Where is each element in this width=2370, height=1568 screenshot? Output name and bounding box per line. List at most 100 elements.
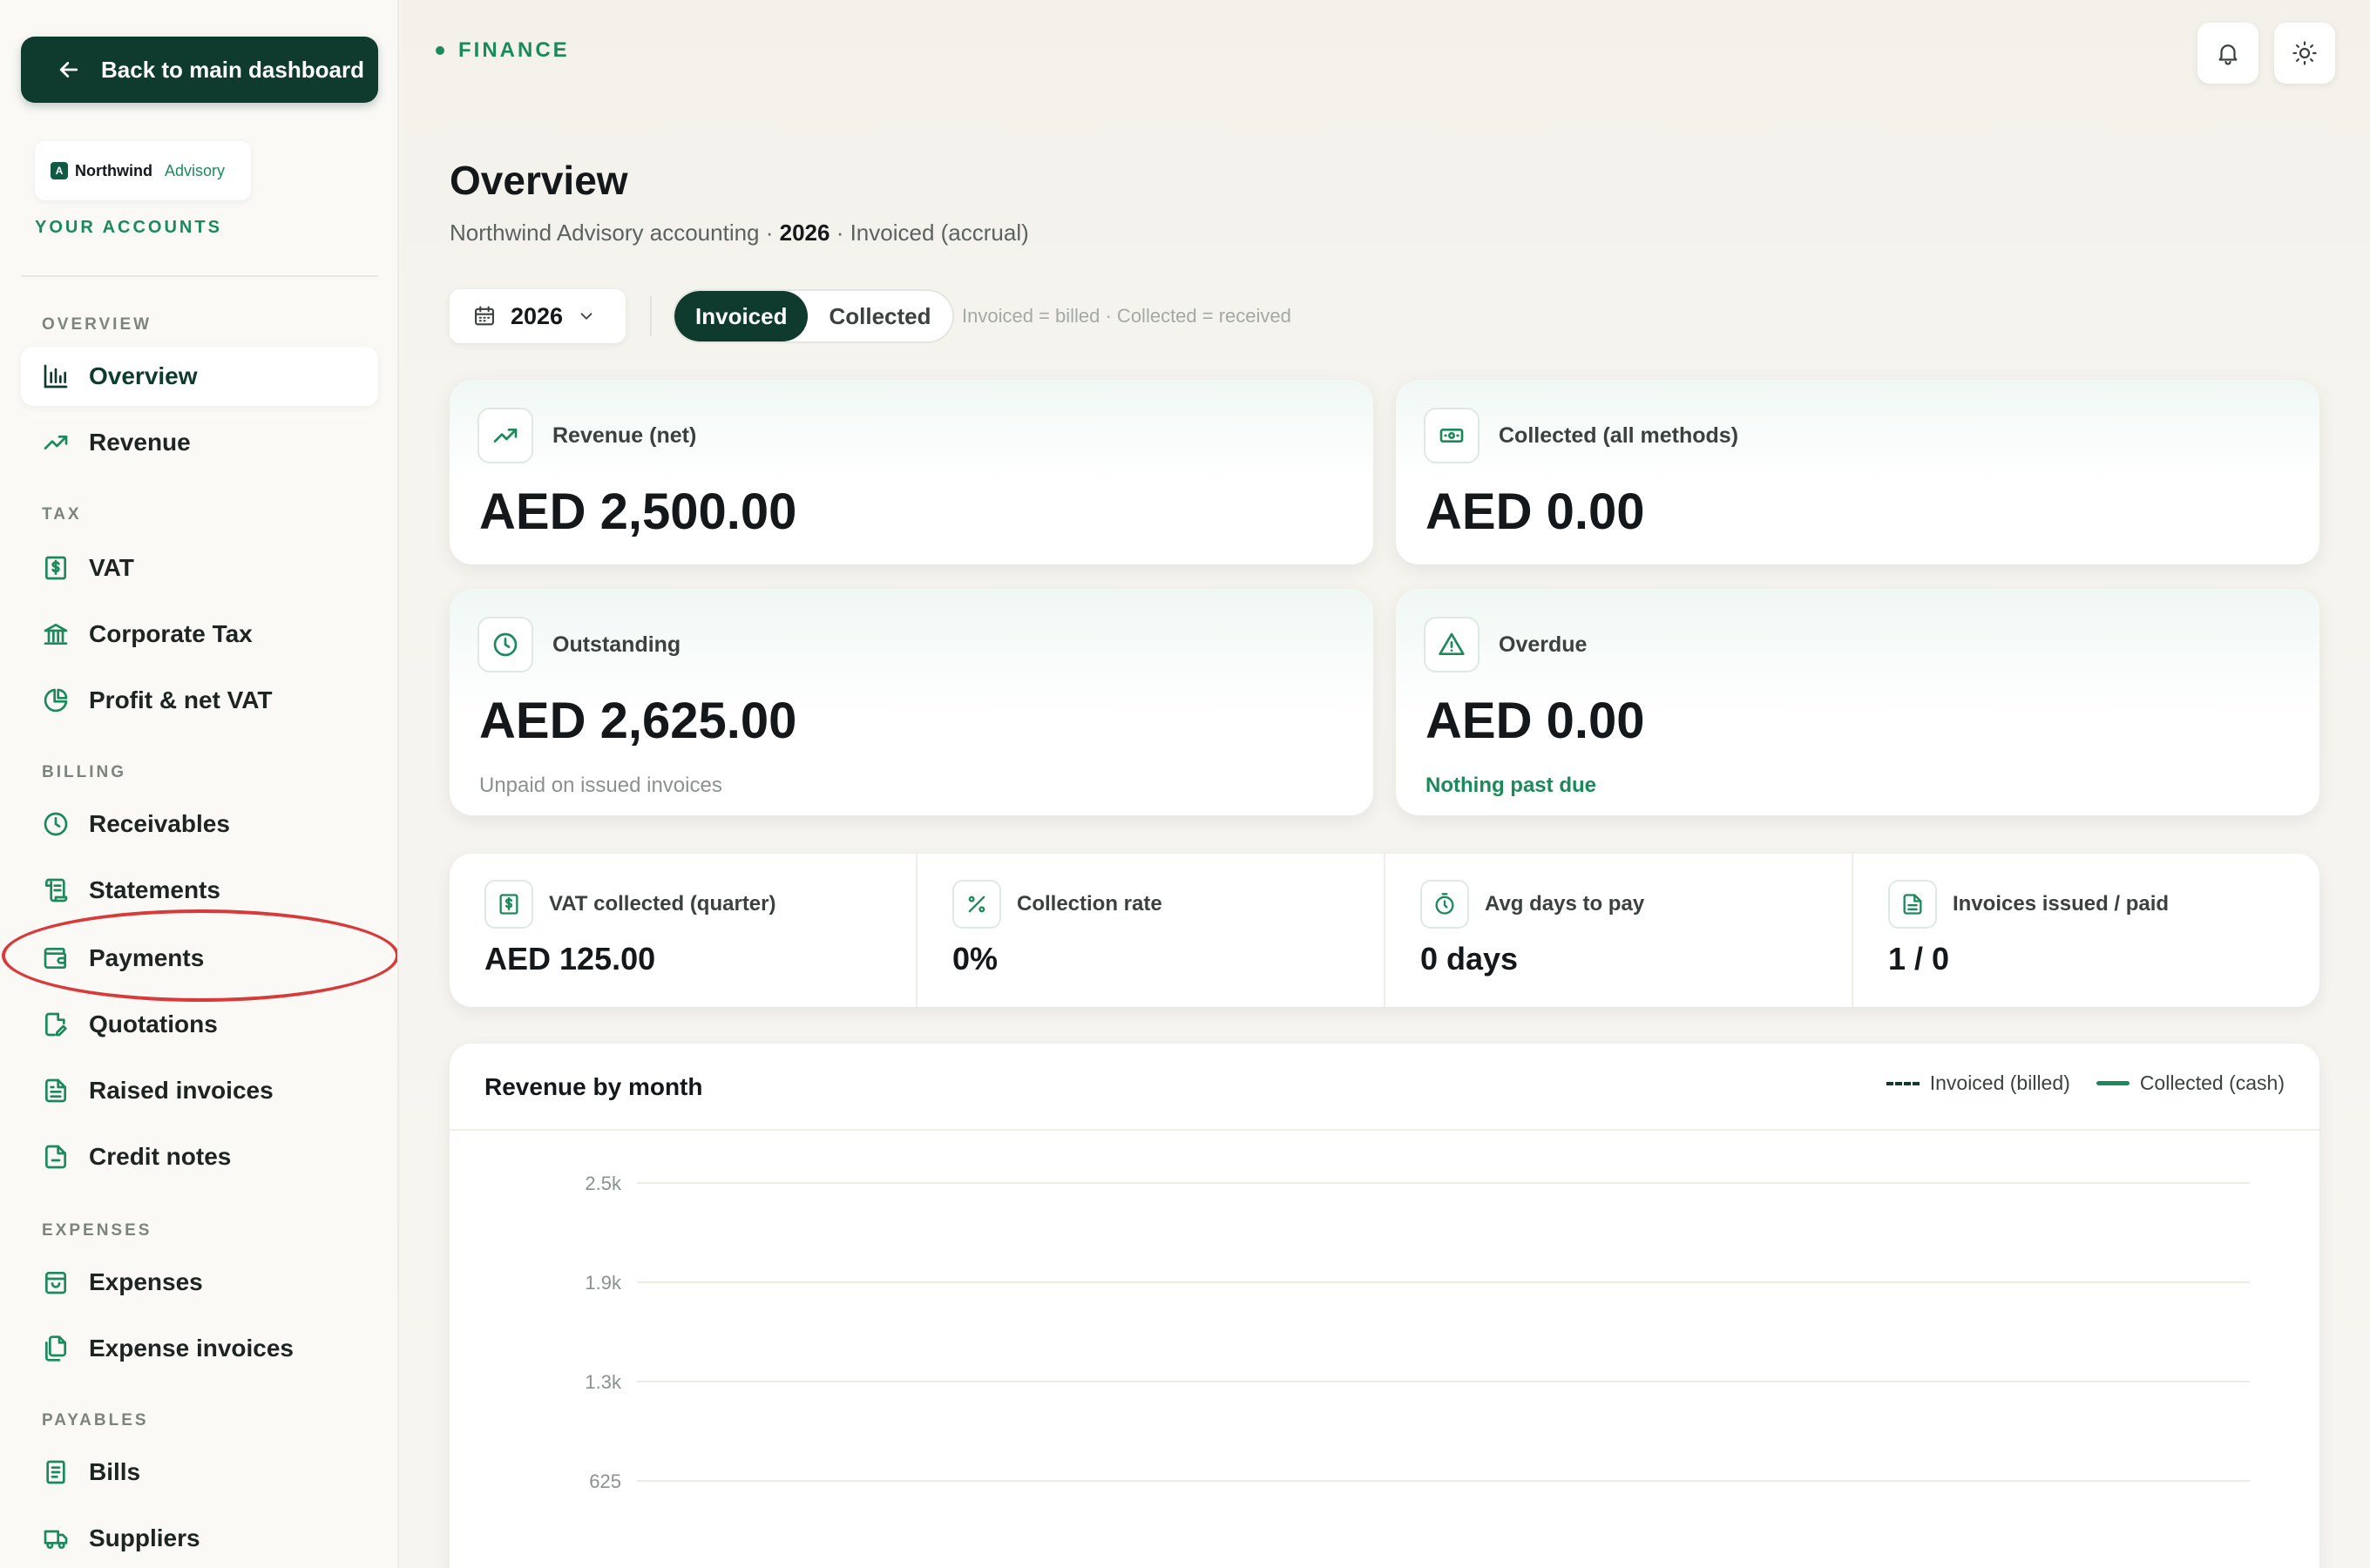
card-icon-box bbox=[1424, 408, 1480, 463]
chevron-down-icon bbox=[580, 313, 592, 320]
breadcrumb-dot bbox=[436, 46, 444, 55]
revenue-chart-card: Revenue by month Invoiced (billed) Colle… bbox=[450, 1044, 2319, 1568]
kpi-label: Collected (all methods) bbox=[1499, 423, 1739, 448]
stat-invoices-issued-paid: Invoices issued / paid 1 / 0 bbox=[1853, 854, 2319, 1007]
account-brand-logo[interactable]: A Northwind Advisory bbox=[35, 141, 251, 200]
sidebar-item-label: Statements bbox=[89, 876, 220, 903]
revenue-chart-plot: 2.5k 1.9k 1.3k 625 bbox=[585, 1173, 2250, 1492]
pie-chart-icon bbox=[44, 688, 68, 713]
legend-item-collected[interactable]: Collected (cash) bbox=[2096, 1071, 2285, 1095]
stat-vat-collected: VAT collected (quarter) AED 125.00 bbox=[450, 854, 918, 1007]
your-accounts-link[interactable]: YOUR ACCOUNTS bbox=[35, 218, 222, 238]
kpi-card-outstanding: Outstanding AED 2,625.00 Unpaid on issue… bbox=[450, 589, 1373, 815]
kpi-card-revenue: Revenue (net) AED 2,500.00 bbox=[450, 380, 1373, 564]
y-tick-label: 625 bbox=[589, 1470, 621, 1492]
sidebar-item-label: Corporate Tax bbox=[89, 620, 253, 647]
sidebar-item-label: Raised invoices bbox=[89, 1077, 274, 1104]
calendar-icon bbox=[475, 306, 494, 326]
sidebar-item-vat[interactable]: VAT bbox=[21, 538, 378, 598]
sidebar: Back to main dashboard A Northwind Advis… bbox=[0, 0, 399, 1568]
back-to-dashboard-button[interactable]: Back to main dashboard bbox=[21, 37, 378, 103]
legend-swatch-solid bbox=[2096, 1081, 2130, 1085]
breadcrumb: FINANCE bbox=[436, 38, 570, 63]
sidebar-divider bbox=[21, 275, 378, 277]
sidebar-item-label: Quotations bbox=[89, 1010, 218, 1037]
sidebar-item-receivables[interactable]: Receivables bbox=[21, 794, 378, 854]
legend-swatch-dashed bbox=[1886, 1081, 1920, 1085]
percent-icon bbox=[968, 896, 985, 913]
stat-label: VAT collected (quarter) bbox=[549, 892, 776, 916]
sidebar-item-expense-invoices[interactable]: Expense invoices bbox=[21, 1319, 378, 1378]
file-text-icon bbox=[1903, 894, 1922, 915]
receipt-icon bbox=[46, 1460, 65, 1484]
theme-toggle-button[interactable] bbox=[2274, 23, 2335, 84]
chart-legend: Invoiced (billed) Collected (cash) bbox=[1886, 1071, 2285, 1095]
sidebar-item-corporate-tax[interactable]: Corporate Tax bbox=[21, 605, 378, 664]
sidebar-item-payments[interactable]: Payments bbox=[21, 929, 378, 988]
mode-invoiced-button[interactable]: Invoiced bbox=[674, 291, 809, 341]
stat-collection-rate: Collection rate 0% bbox=[918, 854, 1385, 1007]
stat-icon-box bbox=[1888, 880, 1937, 929]
back-button-label: Back to main dashboard bbox=[101, 56, 364, 83]
bank-icon bbox=[44, 624, 68, 645]
bell-icon bbox=[2218, 44, 2238, 65]
kpi-card-collected: Collected (all methods) AED 0.00 bbox=[1396, 380, 2319, 564]
wallet-icon bbox=[44, 948, 66, 969]
y-tick-label: 1.3k bbox=[585, 1371, 622, 1393]
year-select[interactable]: 2026 bbox=[450, 289, 626, 343]
file-edit-icon bbox=[45, 1012, 67, 1037]
sidebar-item-profit-net-vat[interactable]: Profit & net VAT bbox=[21, 671, 378, 730]
shopping-bag-icon bbox=[45, 1272, 66, 1294]
kpi-value: AED 0.00 bbox=[1425, 483, 1645, 540]
sidebar-item-credit-notes[interactable]: Credit notes bbox=[21, 1127, 378, 1186]
receipt-dollar-icon bbox=[499, 894, 518, 915]
stat-icon-box bbox=[952, 880, 1001, 929]
legend-label: Collected (cash) bbox=[2139, 1071, 2285, 1094]
notifications-button[interactable] bbox=[2197, 23, 2258, 84]
timer-icon bbox=[1435, 893, 1454, 915]
stats-strip: VAT collected (quarter) AED 125.00 Colle… bbox=[450, 854, 2319, 1007]
mode-toggle: Invoiced Collected bbox=[673, 289, 954, 343]
bar-chart-icon bbox=[44, 364, 68, 389]
sidebar-item-expenses[interactable]: Expenses bbox=[21, 1253, 378, 1312]
sidebar-item-label: Expenses bbox=[89, 1268, 203, 1295]
card-icon-box bbox=[1424, 617, 1480, 672]
card-icon-box bbox=[477, 617, 533, 672]
kpi-label: Revenue (net) bbox=[552, 423, 697, 448]
file-icon bbox=[45, 1145, 66, 1169]
sidebar-item-revenue[interactable]: Revenue bbox=[21, 413, 378, 472]
toolbar-divider bbox=[650, 296, 652, 336]
sidebar-item-overview[interactable]: Overview bbox=[21, 347, 378, 406]
file-text-icon bbox=[45, 1078, 66, 1103]
main-content: FINANCE Overview Northwind Advisory acco… bbox=[401, 0, 2370, 1568]
brand-sub: Advisory bbox=[164, 161, 226, 179]
kpi-label: Overdue bbox=[1499, 632, 1588, 657]
y-tick-label: 2.5k bbox=[585, 1173, 622, 1194]
subtitle-suffix: · Invoiced (accrual) bbox=[830, 220, 1029, 246]
legend-label: Invoiced (billed) bbox=[1929, 1071, 2070, 1094]
kpi-note: Unpaid on issued invoices bbox=[479, 774, 722, 797]
legend-item-invoiced[interactable]: Invoiced (billed) bbox=[1886, 1071, 2070, 1095]
sidebar-item-suppliers[interactable]: Suppliers bbox=[21, 1509, 378, 1568]
stat-avg-days: Avg days to pay 0 days bbox=[1385, 854, 1853, 1007]
kpi-value: AED 2,625.00 bbox=[479, 693, 797, 749]
banknote-icon bbox=[1439, 429, 1464, 443]
sidebar-item-statements[interactable]: Statements bbox=[21, 861, 378, 920]
subtitle-prefix: Northwind Advisory accounting · bbox=[450, 220, 780, 246]
section-label-overview: OVERVIEW bbox=[42, 315, 152, 334]
stat-value: AED 125.00 bbox=[484, 941, 656, 977]
stat-icon-box bbox=[1420, 880, 1469, 929]
sidebar-item-label: Profit & net VAT bbox=[89, 686, 273, 713]
mode-collected-button[interactable]: Collected bbox=[808, 291, 951, 341]
chart-title: Revenue by month bbox=[484, 1073, 703, 1100]
y-tick-label: 1.9k bbox=[585, 1272, 622, 1294]
sun-icon bbox=[2292, 41, 2317, 65]
receipt-dollar-icon bbox=[45, 556, 66, 580]
sidebar-item-quotations[interactable]: Quotations bbox=[21, 995, 378, 1054]
files-icon bbox=[45, 1335, 66, 1362]
kpi-card-overdue: Overdue AED 0.00 Nothing past due bbox=[1396, 589, 2319, 815]
card-icon-box bbox=[477, 408, 533, 463]
sidebar-item-bills[interactable]: Bills bbox=[21, 1443, 378, 1502]
clock-icon bbox=[44, 812, 68, 836]
sidebar-item-raised-invoices[interactable]: Raised invoices bbox=[21, 1061, 378, 1120]
